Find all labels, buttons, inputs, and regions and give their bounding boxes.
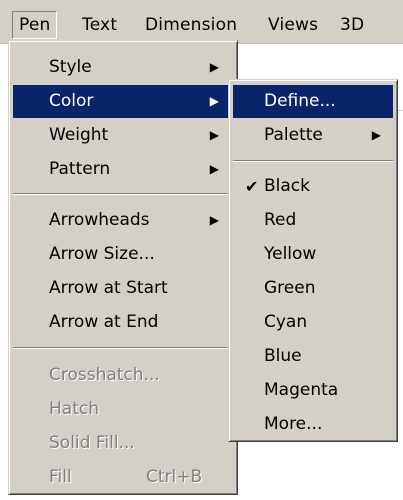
menu-item-color[interactable]: Color ▶ [13,85,233,118]
submenu-arrow-icon: ▶ [209,162,219,176]
menu-views[interactable]: Views [262,11,324,39]
submenu-arrow-icon: ▶ [371,128,381,142]
menu-item-label: Arrowheads [49,210,150,230]
menu-item-style[interactable]: Style ▶ [13,51,233,84]
menu-item-label: Magenta [264,380,339,400]
menu-item-label: Green [264,278,316,298]
menu-item-label: Red [264,210,297,230]
menu-item-label: Arrow Size... [49,244,155,264]
color-submenu: Define... Palette ▶ ✔ Black Red Yellow G… [228,79,398,442]
menu-item-hatch: Hatch [13,393,233,426]
menu-item-label: Fill [49,467,72,487]
menu-item-label: Weight [49,125,109,145]
menu-item-pattern[interactable]: Pattern ▶ [13,153,233,186]
menu-item-blue[interactable]: Blue [233,340,393,373]
menu-item-label: Pattern [49,159,111,179]
menu-item-crosshatch: Crosshatch... [13,359,233,392]
menu-item-define[interactable]: Define... [233,85,393,118]
checkmark-icon: ✔ [245,177,259,196]
menu-item-shortcut: Ctrl+B [146,467,203,487]
menu-item-label: Color [49,91,94,111]
menu-item-more[interactable]: More... [233,408,393,441]
menu-item-label: Hatch [49,399,99,419]
menu-pen[interactable]: Pen [12,11,58,39]
menu-item-cyan[interactable]: Cyan [233,306,393,339]
menu-item-label: Palette [264,125,323,145]
menu-item-palette[interactable]: Palette ▶ [233,119,393,152]
menu-item-arrow-at-start[interactable]: Arrow at Start [13,272,233,305]
submenu-arrow-icon: ▶ [209,94,219,108]
menu-item-arrow-at-end[interactable]: Arrow at End [13,306,233,339]
submenu-arrow-icon: ▶ [209,128,219,142]
menu-item-label: Define... [264,91,336,111]
menu-item-label: Black [264,176,310,196]
menu-3d[interactable]: 3D [334,11,370,39]
menu-text[interactable]: Text [76,11,123,39]
menu-item-arrowheads[interactable]: Arrowheads ▶ [13,204,233,237]
menu-item-black[interactable]: ✔ Black [233,170,393,203]
submenu-arrow-icon: ▶ [209,213,219,227]
menu-item-weight[interactable]: Weight ▶ [13,119,233,152]
menu-item-arrow-size[interactable]: Arrow Size... [13,238,233,271]
menu-item-label: Solid Fill... [49,433,135,453]
menu-item-fill: Fill Ctrl+B [13,461,233,494]
menu-bar: Pen Text Dimension Views 3D [0,0,403,44]
menu-item-green[interactable]: Green [233,272,393,305]
menu-item-label: Arrow at End [49,312,159,332]
menu-item-label: Crosshatch... [49,365,160,385]
menu-item-yellow[interactable]: Yellow [233,238,393,271]
pen-menu: Style ▶ Color ▶ Weight ▶ Pattern ▶ Arrow… [8,40,238,495]
menu-separator [13,347,233,349]
menu-dimension[interactable]: Dimension [139,11,243,39]
menu-item-magenta[interactable]: Magenta [233,374,393,407]
menu-item-label: Blue [264,346,302,366]
menu-item-label: More... [264,414,323,434]
menu-item-red[interactable]: Red [233,204,393,237]
menu-item-label: Cyan [264,312,308,332]
menu-separator [233,160,393,162]
menu-separator [13,193,233,195]
menu-item-solid-fill: Solid Fill... [13,427,233,460]
submenu-arrow-icon: ▶ [209,60,219,74]
menu-item-label: Yellow [264,244,317,264]
menu-item-label: Arrow at Start [49,278,168,298]
menu-item-label: Style [49,57,92,77]
